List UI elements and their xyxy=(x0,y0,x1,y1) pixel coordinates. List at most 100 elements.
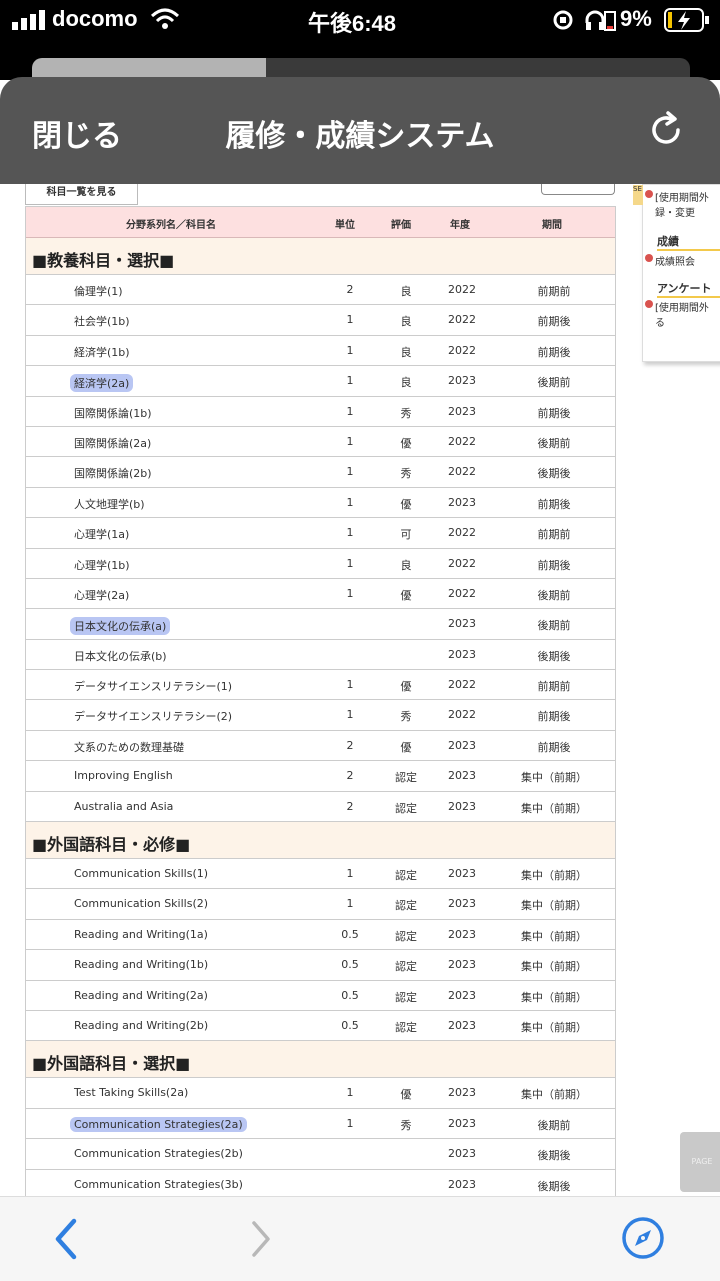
wifi-icon xyxy=(150,8,180,29)
course-name: Test Taking Skills(2a) xyxy=(74,1086,189,1100)
table-row: 国際関係論(1b) 1 秀 2023 前期後 xyxy=(26,397,615,427)
table-row: 国際関係論(2a) 1 優 2022 後期前 xyxy=(26,427,615,458)
section-title: ■教養科目・選択■ xyxy=(32,251,175,270)
course-name: 国際関係論(2b) xyxy=(74,467,152,481)
year-cell: 2023 xyxy=(448,1018,476,1032)
course-name: 日本文化の伝承(b) xyxy=(74,649,167,663)
grade-cell: 優 xyxy=(400,1088,412,1102)
course-name: 心理学(2a) xyxy=(74,588,130,602)
year-cell: 2022 xyxy=(448,434,476,448)
course-name: 心理学(1b) xyxy=(74,558,130,572)
year-cell: 2022 xyxy=(448,313,476,327)
table-row: 国際関係論(2b) 1 秀 2022 後期後 xyxy=(26,457,615,488)
unit-cell: 2 xyxy=(346,283,354,296)
grade-cell: 認定 xyxy=(395,990,417,1004)
term-cell: 前期前 xyxy=(537,285,571,298)
table-row: Australia and Asia 2 認定 2023 集中（前期） xyxy=(26,792,615,823)
course-name: Communication Skills(1) xyxy=(74,867,209,881)
course-name: 文系のための数理基礎 xyxy=(74,740,184,754)
year-cell: 2022 xyxy=(448,343,476,357)
table-row: Communication Skills(1) 1 認定 2023 集中（前期） xyxy=(26,859,615,890)
course-name: 国際関係論(2a) xyxy=(74,436,152,450)
table-row: Reading and Writing(1b) 0.5 認定 2023 集中（前期） xyxy=(26,950,615,981)
term-cell: 集中（前期） xyxy=(521,1020,587,1034)
year-cell: 2023 xyxy=(448,647,476,661)
table-row: 心理学(1b) 1 良 2022 前期後 xyxy=(26,549,615,579)
header-course: 分野系列名／科目名 xyxy=(126,220,216,231)
signal-icon xyxy=(12,10,45,30)
year-cell: 2023 xyxy=(448,1086,476,1100)
tab-strip xyxy=(0,40,720,98)
table-row: 倫理学(1) 2 良 2022 前期前 xyxy=(26,275,615,306)
menu-item-registration[interactable]: [使用期間外 録・変更 xyxy=(645,189,709,219)
course-name: 経済学(2a) xyxy=(70,374,134,393)
section-header: ■教養科目・選択■ xyxy=(26,238,615,275)
unit-cell: 1 xyxy=(346,495,354,509)
modal-header: 閉じる 履修・成績システム xyxy=(0,77,720,184)
grade-cell: 優 xyxy=(400,680,412,694)
course-name: データサイエンスリテラシー(2) xyxy=(74,710,233,724)
unit-cell: 1 xyxy=(346,1116,354,1130)
year-cell: 2023 xyxy=(448,958,476,972)
year-cell: 2023 xyxy=(448,1177,476,1191)
term-cell: 前期後 xyxy=(537,710,571,724)
compass-icon[interactable] xyxy=(620,1215,666,1261)
print-button[interactable] xyxy=(541,184,615,195)
course-name: 人文地理学(b) xyxy=(74,497,145,511)
grade-cell: 認定 xyxy=(395,960,417,974)
reload-icon[interactable] xyxy=(646,110,686,150)
section-header: ■外国語科目・必修■ xyxy=(26,822,615,860)
term-cell: 集中（前期） xyxy=(521,899,587,913)
course-name: 社会学(1b) xyxy=(74,315,130,329)
term-cell: 前期後 xyxy=(537,315,571,329)
unit-cell: 1 xyxy=(346,586,354,600)
rotation-lock-icon xyxy=(553,10,573,30)
grade-cell: 良 xyxy=(400,315,412,329)
year-cell: 2023 xyxy=(448,495,476,509)
table-row: Test Taking Skills(2a) 1 優 2023 集中（前期） xyxy=(26,1078,615,1109)
grade-cell: 認定 xyxy=(395,899,417,913)
header-year: 年度 xyxy=(450,220,470,231)
term-cell: 後期前 xyxy=(537,376,571,390)
table-row: 心理学(2a) 1 優 2022 後期前 xyxy=(26,579,615,610)
side-menu: SE [使用期間外 録・変更 成績 成績照会 アンケート [使用期間外 る xyxy=(633,184,720,362)
table-header: 分野系列名／科目名 単位 評価 年度 期間 xyxy=(26,207,615,238)
page-top-button[interactable]: PAGE xyxy=(680,1132,720,1192)
term-cell: 後期後 xyxy=(537,649,571,663)
term-cell: 集中（前期） xyxy=(521,771,587,785)
grade-cell: 良 xyxy=(400,376,412,390)
course-name: Australia and Asia xyxy=(74,799,174,813)
back-arrow-icon[interactable] xyxy=(48,1215,84,1263)
forward-arrow-icon[interactable] xyxy=(244,1215,280,1263)
grade-cell: 良 xyxy=(400,345,412,359)
menu-item-survey[interactable]: [使用期間外 る xyxy=(645,299,709,329)
course-name: データサイエンスリテラシー(1) xyxy=(74,680,233,694)
grade-cell: 認定 xyxy=(395,801,417,815)
page-title: 履修・成績システム xyxy=(225,119,495,154)
term-cell: 前期前 xyxy=(537,680,571,694)
section-title: ■外国語科目・必修■ xyxy=(32,835,191,855)
term-cell: 後期後 xyxy=(537,1149,571,1163)
table-row: 経済学(2a) 1 良 2023 後期前 xyxy=(26,366,615,397)
year-cell: 2023 xyxy=(448,867,476,881)
table-body: ■教養科目・選択■ 倫理学(1) 2 良 2022 前期前 社会学(1b) 1 良 2022 前期後… xyxy=(26,238,615,1196)
battery-charging-icon xyxy=(664,8,709,32)
course-list-tab[interactable]: 科目一覧を見る xyxy=(25,184,138,205)
unit-cell: 1 xyxy=(346,867,354,881)
bullet-icon xyxy=(645,254,653,262)
year-cell: 2022 xyxy=(448,465,476,479)
battery-small-icon xyxy=(604,11,616,31)
grades-table: 分野系列名／科目名 単位 評価 年度 期間 ■教養科目・選択■ 倫理学(1) 2 良 2… xyxy=(25,206,616,1196)
term-cell: 後期後 xyxy=(537,467,571,481)
grade-cell: 秀 xyxy=(400,467,412,481)
grade-cell: 良 xyxy=(400,558,412,572)
bullet-icon xyxy=(645,300,653,308)
term-cell: 後期前 xyxy=(537,1118,571,1132)
table-row: データサイエンスリテラシー(2) 1 秀 2022 前期後 xyxy=(26,700,615,731)
menu-item-grade-inquiry[interactable]: 成績照会 xyxy=(645,253,695,268)
table-row: Reading and Writing(1a) 0.5 認定 2023 集中（前期） xyxy=(26,920,615,951)
header-term: 期間 xyxy=(542,220,562,231)
year-cell: 2023 xyxy=(448,738,476,752)
grade-cell: 秀 xyxy=(400,710,412,724)
term-cell: 後期前 xyxy=(537,588,571,602)
